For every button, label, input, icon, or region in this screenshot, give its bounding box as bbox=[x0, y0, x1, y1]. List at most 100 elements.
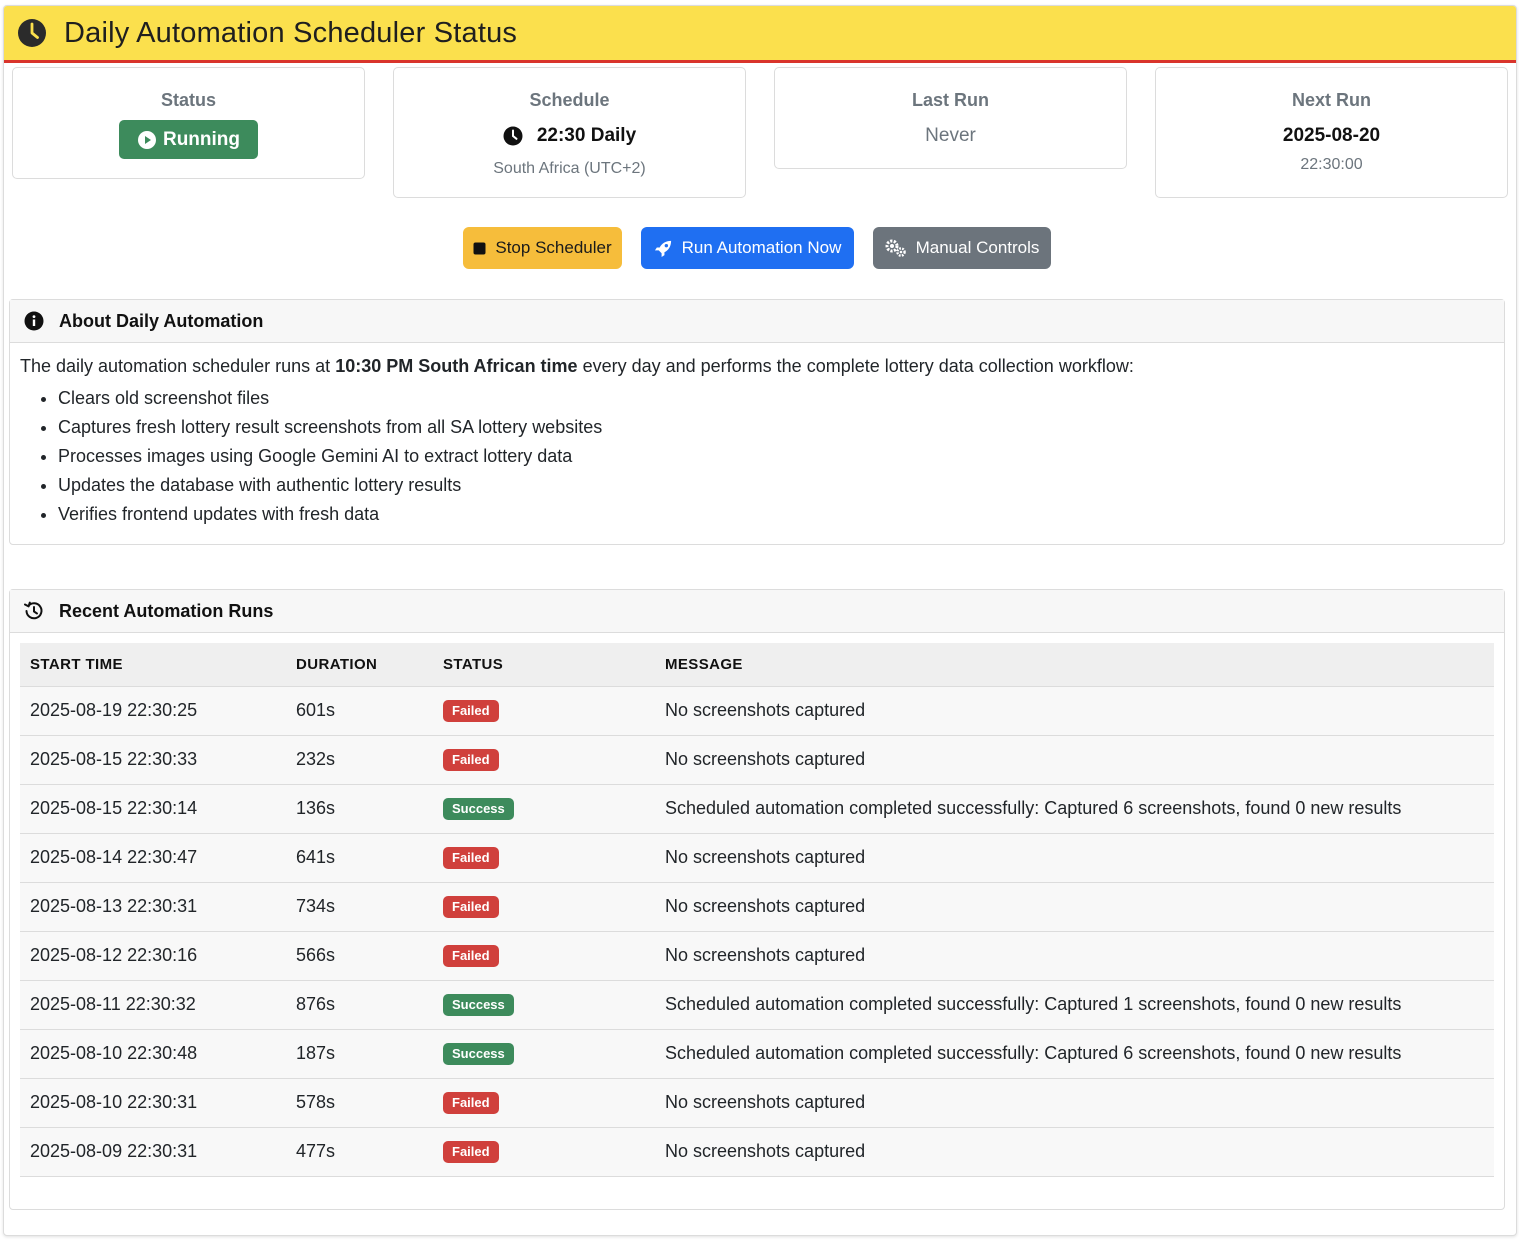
start-time-cell: 2025-08-10 22:30:31 bbox=[20, 1078, 286, 1128]
info-circle-icon bbox=[24, 311, 44, 331]
column-header-status: STATUS bbox=[433, 643, 655, 687]
run-automation-label: Run Automation Now bbox=[681, 238, 842, 257]
start-time-cell: 2025-08-19 22:30:25 bbox=[20, 686, 286, 736]
runs-table-body: 2025-08-19 22:30:25 601s Failed No screensh… bbox=[20, 686, 1494, 1177]
manual-controls-label: Manual Controls bbox=[915, 238, 1040, 257]
list-item: Updates the database with authentic lott… bbox=[58, 474, 1494, 497]
page-header: Daily Automation Scheduler Status bbox=[4, 6, 1516, 63]
status-card: Status Running bbox=[12, 67, 365, 179]
table-row: 2025-08-10 22:30:31 578s Failed No screensh… bbox=[20, 1078, 1494, 1128]
duration-cell: 566s bbox=[286, 931, 433, 981]
list-item: Captures fresh lottery result screenshot… bbox=[58, 416, 1494, 439]
message-cell: Scheduled automation completed successfu… bbox=[655, 1029, 1494, 1079]
running-badge: Running bbox=[118, 120, 259, 159]
status-cell: Failed bbox=[433, 931, 655, 981]
list-item: Clears old screenshot files bbox=[58, 387, 1494, 410]
table-row: 2025-08-12 22:30:16 566s Failed No screensh… bbox=[20, 931, 1494, 981]
schedule-title: Schedule bbox=[529, 90, 610, 110]
status-badge: Failed bbox=[443, 749, 499, 771]
next-run-card: Next Run 2025-08-20 22:30:00 bbox=[1155, 67, 1508, 198]
next-run-title: Next Run bbox=[1291, 90, 1371, 110]
about-intro: The daily automation scheduler runs at 1… bbox=[20, 356, 1494, 377]
start-time-cell: 2025-08-09 22:30:31 bbox=[20, 1127, 286, 1177]
duration-cell: 578s bbox=[286, 1078, 433, 1128]
status-title: Status bbox=[160, 90, 216, 110]
run-automation-button[interactable]: Run Automation Now bbox=[641, 227, 854, 269]
status-cell: Success bbox=[433, 1029, 655, 1079]
about-intro-text: The daily automation scheduler runs at bbox=[20, 356, 336, 376]
start-time-cell: 2025-08-14 22:30:47 bbox=[20, 833, 286, 883]
table-header-row: START TIME DURATION STATUS MESSAGE bbox=[20, 643, 1494, 687]
duration-cell: 136s bbox=[286, 784, 433, 834]
about-panel: About Daily Automation The daily automat… bbox=[9, 299, 1505, 545]
start-time-cell: 2025-08-12 22:30:16 bbox=[20, 931, 286, 981]
message-cell: Scheduled automation completed successfu… bbox=[655, 980, 1494, 1030]
about-panel-title: About Daily Automation bbox=[59, 310, 264, 331]
schedule-value-row: 22:30 Daily bbox=[503, 125, 636, 147]
message-cell: No screenshots captured bbox=[655, 1127, 1494, 1177]
status-badge: Failed bbox=[443, 896, 499, 918]
gears-icon bbox=[885, 239, 906, 257]
column-header-start-time: START TIME bbox=[20, 643, 286, 687]
stop-scheduler-label: Stop Scheduler bbox=[495, 238, 612, 257]
list-item: Processes images using Google Gemini AI … bbox=[58, 445, 1494, 468]
table-row: 2025-08-13 22:30:31 734s Failed No screensh… bbox=[20, 882, 1494, 932]
duration-cell: 232s bbox=[286, 735, 433, 785]
last-run-card: Last Run Never bbox=[774, 67, 1127, 169]
recent-runs-title: Recent Automation Runs bbox=[59, 600, 274, 621]
start-time-cell: 2025-08-11 22:30:32 bbox=[20, 980, 286, 1030]
duration-cell: 641s bbox=[286, 833, 433, 883]
status-cell: Failed bbox=[433, 833, 655, 883]
status-badge: Failed bbox=[443, 700, 499, 722]
status-cell: Failed bbox=[433, 882, 655, 932]
status-value: Running bbox=[162, 128, 241, 150]
table-row: 2025-08-14 22:30:47 641s Failed No screensh… bbox=[20, 833, 1494, 883]
table-row: 2025-08-11 22:30:32 876s Success Scheduled … bbox=[20, 980, 1494, 1030]
status-cell: Failed bbox=[433, 735, 655, 785]
clock-icon bbox=[503, 126, 523, 146]
about-intro-time: 10:30 PM South African time bbox=[335, 356, 578, 376]
clock-icon bbox=[18, 19, 46, 47]
about-body: The daily automation scheduler runs at 1… bbox=[10, 343, 1504, 526]
next-run-time: 22:30:00 bbox=[1300, 156, 1363, 173]
history-icon bbox=[24, 601, 43, 620]
duration-cell: 734s bbox=[286, 882, 433, 932]
start-time-cell: 2025-08-13 22:30:31 bbox=[20, 882, 286, 932]
manual-controls-button[interactable]: Manual Controls bbox=[873, 227, 1051, 269]
duration-cell: 477s bbox=[286, 1127, 433, 1177]
status-cell: Success bbox=[433, 980, 655, 1030]
message-cell: No screenshots captured bbox=[655, 833, 1494, 883]
status-badge: Success bbox=[443, 798, 514, 820]
message-cell: Scheduled automation completed successfu… bbox=[655, 784, 1494, 834]
status-cell: Failed bbox=[433, 686, 655, 736]
table-row: 2025-08-10 22:30:48 187s Success Scheduled … bbox=[20, 1029, 1494, 1079]
duration-cell: 187s bbox=[286, 1029, 433, 1079]
status-badge: Failed bbox=[443, 1092, 499, 1114]
message-cell: No screenshots captured bbox=[655, 882, 1494, 932]
next-run-date: 2025-08-20 bbox=[1282, 125, 1381, 146]
message-cell: No screenshots captured bbox=[655, 735, 1494, 785]
table-row: 2025-08-09 22:30:31 477s Failed No screensh… bbox=[20, 1127, 1494, 1177]
duration-cell: 876s bbox=[286, 980, 433, 1030]
rocket-icon bbox=[654, 240, 671, 257]
recent-runs-header: Recent Automation Runs bbox=[10, 590, 1504, 633]
schedule-timezone: South Africa (UTC+2) bbox=[493, 160, 646, 177]
table-row: 2025-08-15 22:30:14 136s Success Scheduled … bbox=[20, 784, 1494, 834]
start-time-cell: 2025-08-15 22:30:14 bbox=[20, 784, 286, 834]
stop-scheduler-button[interactable]: Stop Scheduler bbox=[463, 227, 622, 269]
recent-runs-panel: Recent Automation Runs START TIME DURATI… bbox=[9, 589, 1505, 1210]
runs-table: START TIME DURATION STATUS MESSAGE 2025-… bbox=[20, 643, 1494, 1177]
status-cell: Failed bbox=[433, 1127, 655, 1177]
table-row: 2025-08-15 22:30:33 232s Failed No screensh… bbox=[20, 735, 1494, 785]
last-run-value: Never bbox=[925, 125, 976, 146]
table-row: 2025-08-19 22:30:25 601s Failed No screensh… bbox=[20, 686, 1494, 736]
page-title: Daily Automation Scheduler Status bbox=[64, 16, 518, 49]
list-item: Verifies frontend updates with fresh dat… bbox=[58, 503, 1494, 526]
about-intro-text-end: every day and performs the complete lott… bbox=[577, 356, 1134, 376]
status-cell: Failed bbox=[433, 1078, 655, 1128]
message-cell: No screenshots captured bbox=[655, 1078, 1494, 1128]
last-run-title: Last Run bbox=[911, 90, 989, 110]
workflow-list: Clears old screenshot files Captures fre… bbox=[20, 387, 1494, 526]
status-cell: Success bbox=[433, 784, 655, 834]
column-header-message: MESSAGE bbox=[655, 643, 1494, 687]
